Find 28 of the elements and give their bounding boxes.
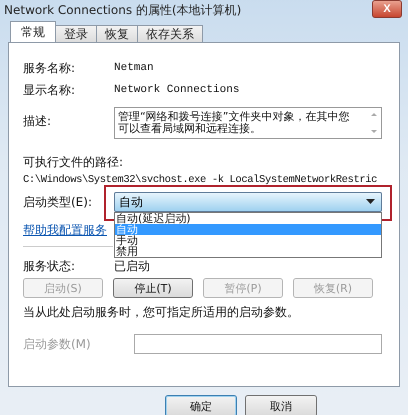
dialog-button[interactable]: 确定 xyxy=(165,395,237,415)
path-label: 可执行文件的路径: xyxy=(23,154,124,171)
hint-text: 当从此处启动服务时，您可指定所适用的启动参数。 xyxy=(23,304,300,321)
tab[interactable]: 登录 xyxy=(55,25,97,42)
field-value: Network Connections xyxy=(114,84,240,96)
field-label: 描述: xyxy=(23,113,52,130)
dropdown-option[interactable]: 自动(延迟启动) xyxy=(115,213,381,224)
status-value: 已启动 xyxy=(114,258,150,274)
service-button[interactable]: 停止(T) xyxy=(113,278,193,298)
field-label: 显示名称: xyxy=(23,82,76,98)
path-value: C:\Windows\System32\svchost.exe -k LocalSystemNetworkRestric xyxy=(23,174,378,186)
field-value: Netman xyxy=(114,62,154,74)
dropdown-option[interactable]: 禁用 xyxy=(115,246,381,257)
field-label: 服务状态: xyxy=(23,258,76,274)
tab[interactable]: 常规 xyxy=(10,21,56,42)
caret-icon xyxy=(366,199,375,205)
help-link[interactable]: 帮助我配置服务 xyxy=(23,222,107,238)
field-label: 启动参数(M) xyxy=(23,336,92,352)
tab[interactable]: 依存关系 xyxy=(137,25,203,42)
scroll-arrows-icon xyxy=(370,110,378,136)
window-title: Network Connections 的属性(本地计算机) xyxy=(4,2,242,18)
dialog-button[interactable]: 取消 xyxy=(245,395,317,415)
dropdown-option[interactable]: 手动 xyxy=(115,235,381,246)
field-label: 服务名称: xyxy=(23,60,76,76)
startup-type-dropdown[interactable]: 自动 xyxy=(114,192,382,212)
tab[interactable]: 恢复 xyxy=(96,25,138,42)
description-box: 管理“网络和拨号连接”文件夹中对象，在其中您可以查看局域网和远程连接。 xyxy=(114,107,382,139)
field-label: 启动类型(E): xyxy=(23,194,93,210)
